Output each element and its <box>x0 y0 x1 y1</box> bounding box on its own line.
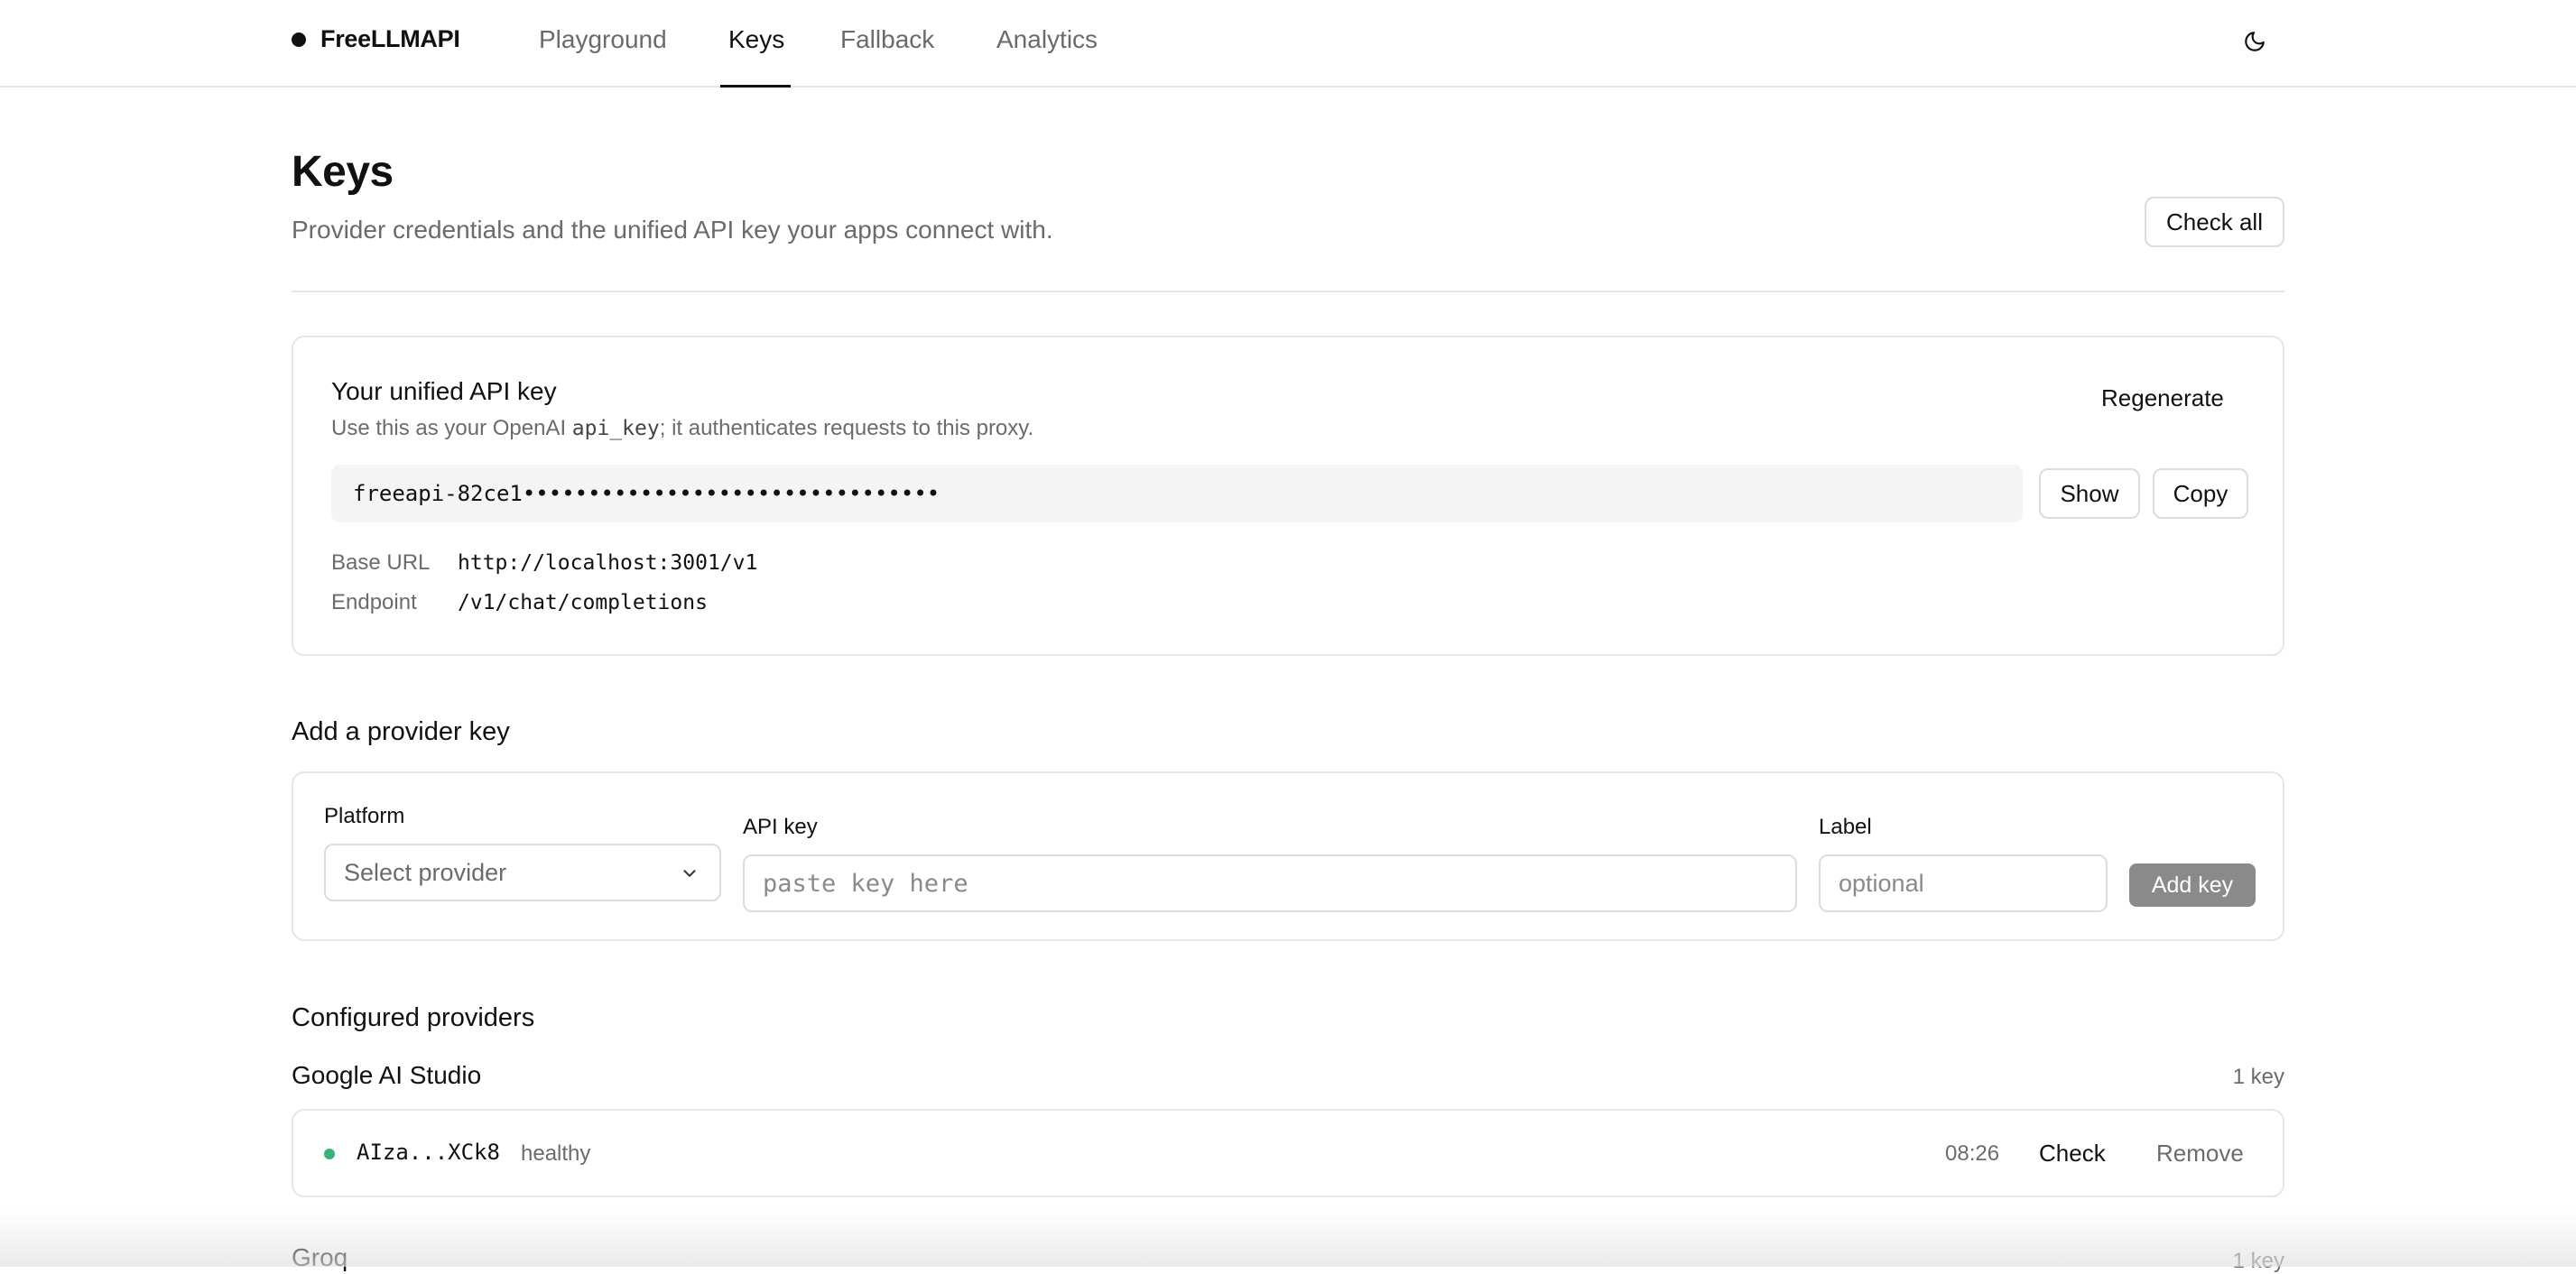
platform-select[interactable]: Select provider <box>324 844 721 901</box>
base-url-value: http://localhost:3001/v1 <box>458 551 758 575</box>
desc-prefix: Use this as your OpenAI <box>331 416 572 440</box>
tab-fallback[interactable]: Fallback <box>840 25 934 54</box>
moon-icon <box>2245 32 2265 51</box>
endpoint-row: Endpoint /v1/chat/completions <box>331 590 708 615</box>
bottom-fade <box>0 1209 2576 1267</box>
brand[interactable]: FreeLLMAPI <box>292 25 460 53</box>
add-provider-title: Add a provider key <box>292 717 510 746</box>
check-all-button[interactable]: Check all <box>2145 197 2284 247</box>
endpoint-value: /v1/chat/completions <box>458 591 708 614</box>
label-label: Label <box>1819 815 1872 839</box>
status-dot-icon <box>324 1149 335 1159</box>
brand-name: FreeLLMAPI <box>320 25 460 52</box>
provider-name-groq: Groq <box>292 1243 348 1271</box>
unified-key-description: Use this as your OpenAI api_key; it auth… <box>331 416 1033 441</box>
add-provider-card: Platform Select provider API key Label A… <box>292 771 2284 941</box>
unified-key-field[interactable]: freeapi-82ce1•••••••••••••••••••••••••••… <box>331 465 2023 522</box>
tab-keys[interactable]: Keys <box>728 25 784 54</box>
desc-code: api_key <box>571 417 660 440</box>
copy-key-button[interactable]: Copy <box>2153 468 2248 519</box>
provider-key-count-groq: 1 key <box>2232 1249 2284 1273</box>
desc-suffix: ; it authenticates requests to this prox… <box>659 416 1034 440</box>
header-divider <box>292 291 2284 292</box>
platform-label: Platform <box>324 804 405 828</box>
provider-key-row: AIza...XCk8 healthy 08:26 Check Remove <box>292 1109 2284 1197</box>
provider-name-google: Google AI Studio <box>292 1061 482 1089</box>
api-key-label: API key <box>743 815 818 839</box>
show-key-button[interactable]: Show <box>2039 468 2140 519</box>
page-title: Keys <box>292 148 394 196</box>
chevron-down-icon <box>683 870 696 877</box>
unified-key-title: Your unified API key <box>331 377 557 405</box>
top-nav: FreeLLMAPI Playground Keys Fallback Anal… <box>0 0 2576 88</box>
page-subtitle: Provider credentials and the unified API… <box>292 216 1053 244</box>
tab-playground[interactable]: Playground <box>539 25 667 54</box>
check-key-button[interactable]: Check <box>2039 1140 2106 1168</box>
tab-analytics[interactable]: Analytics <box>996 25 1098 54</box>
api-key-input[interactable] <box>743 854 1797 912</box>
masked-key: AIza...XCk8 <box>357 1140 500 1165</box>
brand-dot-icon <box>292 32 306 47</box>
active-tab-indicator <box>720 85 791 88</box>
label-input[interactable] <box>1819 854 2108 912</box>
theme-toggle-button[interactable] <box>2237 23 2273 60</box>
key-status: healthy <box>521 1141 591 1166</box>
endpoint-label: Endpoint <box>331 590 417 614</box>
remove-key-button[interactable]: Remove <box>2156 1140 2244 1168</box>
provider-key-count-google: 1 key <box>2232 1065 2284 1089</box>
key-last-checked: 08:26 <box>1945 1141 2000 1166</box>
unified-key-card: Your unified API key Use this as your Op… <box>292 336 2284 656</box>
regenerate-button[interactable]: Regenerate <box>2101 384 2224 412</box>
platform-select-value: Select provider <box>344 858 507 886</box>
add-key-button[interactable]: Add key <box>2129 863 2256 907</box>
base-url-row: Base URL http://localhost:3001/v1 <box>331 550 757 576</box>
configured-providers-title: Configured providers <box>292 1003 535 1032</box>
base-url-label: Base URL <box>331 550 431 575</box>
